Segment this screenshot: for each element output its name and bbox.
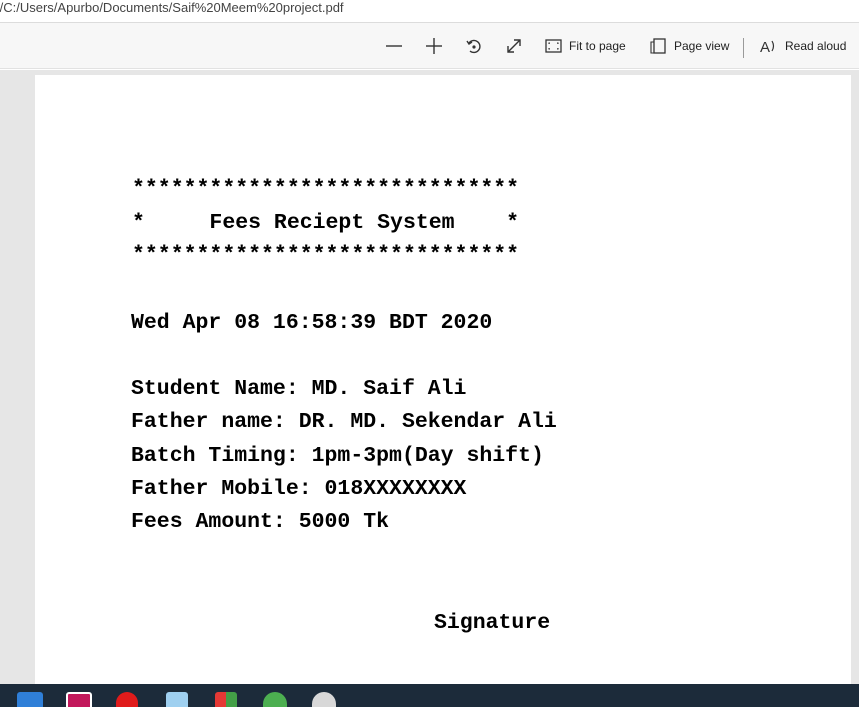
cube-icon[interactable]: [166, 692, 188, 707]
father-mobile: Father Mobile: 018XXXXXXXX: [131, 477, 467, 501]
url-text[interactable]: //C:/Users/Apurbo/Documents/Saif%20Meem%…: [0, 0, 344, 15]
expand-icon: [507, 39, 521, 53]
opera-icon[interactable]: [116, 692, 138, 707]
taskbar: [0, 684, 859, 707]
calendar-icon[interactable]: [66, 692, 92, 707]
torrent-icon[interactable]: [263, 692, 287, 707]
read-aloud-icon: A: [760, 39, 775, 54]
plus-icon: [426, 38, 442, 54]
pdf-page: ****************************** * Fees Re…: [35, 75, 851, 695]
pdf-toolbar: Fit to page Page view A Read aloud: [0, 23, 859, 69]
fullscreen-button[interactable]: [505, 23, 523, 69]
zoom-out-button[interactable]: [385, 23, 403, 69]
minus-icon: [386, 45, 402, 47]
toolbar-divider: [743, 38, 744, 58]
page-view-button[interactable]: Page view: [650, 23, 729, 69]
address-bar[interactable]: //C:/Users/Apurbo/Documents/Saif%20Meem%…: [0, 0, 859, 22]
svg-text:A: A: [760, 39, 770, 54]
batch-timing: Batch Timing: 1pm-3pm(Day shift): [131, 444, 544, 468]
student-name: Student Name: MD. Saif Ali: [131, 377, 467, 401]
border-bottom: ******************************: [132, 243, 520, 267]
page-view-label: Page view: [674, 39, 730, 53]
read-aloud-label: Read aloud: [785, 39, 847, 53]
father-name: Father name: DR. MD. Sekendar Ali: [131, 410, 557, 434]
mail-icon[interactable]: [17, 692, 43, 707]
fit-to-page-button[interactable]: Fit to page: [545, 23, 626, 69]
zoom-in-button[interactable]: [425, 23, 443, 69]
page-view-icon: [650, 38, 666, 54]
signature: Signature: [434, 611, 551, 635]
paint-icon[interactable]: [312, 692, 336, 707]
read-aloud-button[interactable]: A Read aloud: [760, 23, 846, 69]
rotate-button[interactable]: [465, 23, 483, 69]
fees-amount: Fees Amount: 5000 Tk: [131, 510, 390, 534]
border-top: ******************************: [132, 177, 520, 201]
rotate-icon: [466, 39, 481, 54]
pdf-viewer[interactable]: ****************************** * Fees Re…: [0, 70, 859, 695]
receipt-date: Wed Apr 08 16:58:39 BDT 2020: [131, 311, 493, 335]
tiles-icon[interactable]: [215, 692, 237, 707]
fit-to-page-label: Fit to page: [569, 39, 626, 53]
fit-page-icon: [545, 39, 562, 53]
receipt-title: * Fees Reciept System *: [132, 211, 520, 235]
